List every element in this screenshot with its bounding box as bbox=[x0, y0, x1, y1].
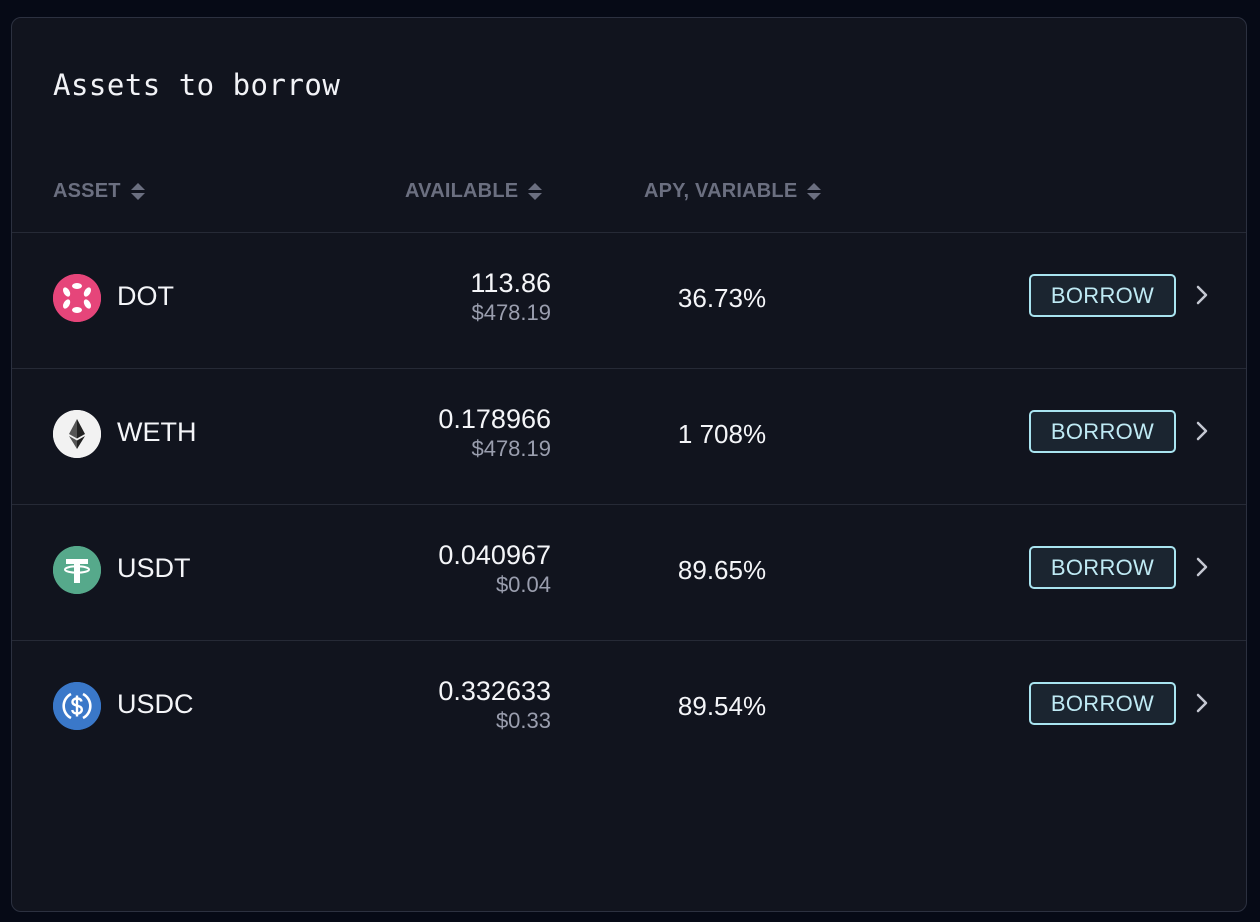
chevron-right-icon[interactable] bbox=[1192, 553, 1212, 581]
column-header-apy-label: APY, VARIABLE bbox=[644, 179, 798, 202]
column-header-asset-label: ASSET bbox=[53, 179, 121, 202]
asset-symbol: DOT bbox=[117, 281, 174, 311]
available-usd: $478.19 bbox=[471, 300, 551, 325]
assets-to-borrow-panel: Assets to borrow ASSET AVAILABLE APY, VA… bbox=[11, 17, 1247, 912]
polkadot-icon bbox=[53, 274, 101, 322]
available-amount: 0.178966 bbox=[438, 404, 551, 434]
available-amount: 113.86 bbox=[470, 268, 551, 298]
chevron-right-icon[interactable] bbox=[1192, 417, 1212, 445]
apy-value: 89.54% bbox=[677, 691, 767, 721]
available-usd: $0.33 bbox=[495, 708, 551, 733]
apy-value: 1 708% bbox=[677, 419, 767, 449]
chevron-right-icon[interactable] bbox=[1192, 281, 1212, 309]
sort-icon bbox=[528, 182, 543, 200]
asset-row-dot[interactable]: DOT 113.86 $478.19 36.73% BORROW bbox=[12, 232, 1246, 368]
asset-row-usdt[interactable]: USDT 0.040967 $0.04 89.65% BORROW bbox=[12, 504, 1246, 640]
column-header-available-label: AVAILABLE bbox=[405, 179, 519, 202]
usdc-icon bbox=[53, 682, 101, 730]
tether-icon bbox=[53, 546, 101, 594]
chevron-right-icon[interactable] bbox=[1192, 689, 1212, 717]
borrow-button[interactable]: BORROW bbox=[1029, 546, 1176, 589]
borrow-button[interactable]: BORROW bbox=[1029, 682, 1176, 725]
available-amount: 0.040967 bbox=[438, 540, 551, 570]
apy-value: 89.65% bbox=[677, 555, 767, 585]
asset-row-weth[interactable]: WETH 0.178966 $478.19 1 708% BORROW bbox=[12, 368, 1246, 504]
available-usd: $478.19 bbox=[471, 436, 551, 461]
ethereum-icon bbox=[53, 410, 101, 458]
apy-value: 36.73% bbox=[677, 283, 767, 313]
asset-list: DOT 113.86 $478.19 36.73% BORROW WETH 0.… bbox=[12, 232, 1246, 776]
asset-symbol: USDT bbox=[117, 553, 191, 583]
sort-icon bbox=[807, 182, 822, 200]
asset-symbol: USDC bbox=[117, 689, 194, 719]
column-header-asset[interactable]: ASSET bbox=[53, 178, 145, 204]
available-usd: $0.04 bbox=[495, 572, 551, 597]
column-header-available[interactable]: AVAILABLE bbox=[405, 178, 543, 204]
borrow-button[interactable]: BORROW bbox=[1029, 410, 1176, 453]
panel-title: Assets to borrow bbox=[53, 68, 341, 102]
asset-row-usdc[interactable]: USDC 0.332633 $0.33 89.54% BORROW bbox=[12, 640, 1246, 776]
asset-symbol: WETH bbox=[117, 417, 197, 447]
available-amount: 0.332633 bbox=[438, 676, 551, 706]
column-header-apy[interactable]: APY, VARIABLE bbox=[644, 178, 822, 204]
sort-icon bbox=[130, 182, 145, 200]
borrow-button[interactable]: BORROW bbox=[1029, 274, 1176, 317]
